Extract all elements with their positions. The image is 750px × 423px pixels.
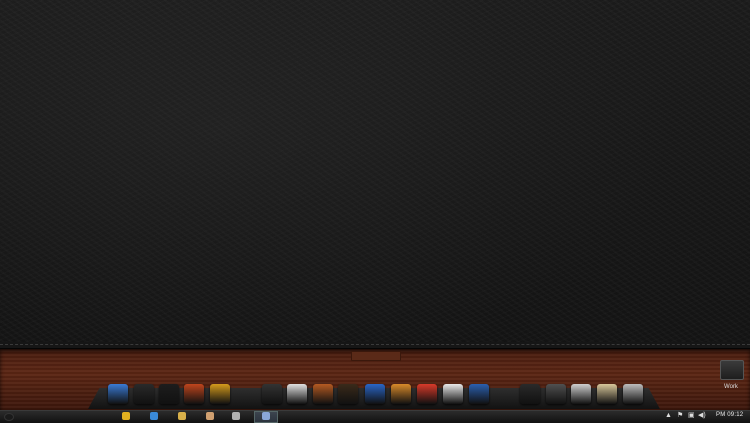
media-player-icon[interactable] xyxy=(134,384,154,404)
explorer-taskbar-icon[interactable] xyxy=(178,412,186,420)
taskbar-clock[interactable]: PM 09:12 xyxy=(716,412,743,418)
start-button[interactable] xyxy=(2,411,14,421)
shelf-nameplate xyxy=(351,351,401,361)
action-center-flag-icon[interactable]: ⚑ xyxy=(677,412,683,420)
settings-icon[interactable] xyxy=(623,384,643,404)
notepad-taskbar-icon[interactable] xyxy=(206,412,214,420)
photoshop-icon[interactable] xyxy=(443,384,463,404)
chrome-taskbar-icon[interactable] xyxy=(122,412,130,420)
winamp-icon[interactable] xyxy=(210,384,230,404)
taskbar xyxy=(0,410,750,423)
leather-stitch-seam xyxy=(0,342,750,349)
camera-lens-icon[interactable] xyxy=(159,384,179,404)
coreldraw-icon[interactable] xyxy=(417,384,437,404)
display-icon[interactable] xyxy=(108,384,128,404)
radio-icon[interactable] xyxy=(184,384,204,404)
desktop-folder-work[interactable]: Work xyxy=(716,360,746,396)
tray-chevron-icon[interactable]: ▲ xyxy=(665,412,672,420)
app-taskbar-icon[interactable] xyxy=(232,412,240,420)
active-window-icon[interactable] xyxy=(262,412,270,420)
cassette-icon[interactable] xyxy=(338,384,358,404)
terminal-icon[interactable] xyxy=(546,384,566,404)
desktop-folder-label: Work xyxy=(724,384,738,390)
chrome-icon[interactable] xyxy=(287,384,307,404)
floppy-icon[interactable] xyxy=(597,384,617,404)
media-center-icon[interactable] xyxy=(520,384,540,404)
gimp-icon[interactable] xyxy=(262,384,282,404)
utorrent-icon[interactable] xyxy=(365,384,385,404)
volume-icon[interactable]: ◀) xyxy=(698,412,706,420)
speaker-icon[interactable] xyxy=(313,384,333,404)
word-icon[interactable] xyxy=(469,384,489,404)
equalizer-icon[interactable] xyxy=(571,384,591,404)
box-app-icon[interactable] xyxy=(391,384,411,404)
folder-icon xyxy=(720,360,744,380)
ie-taskbar-icon[interactable] xyxy=(150,412,158,420)
network-icon[interactable]: ▣ xyxy=(688,412,695,420)
